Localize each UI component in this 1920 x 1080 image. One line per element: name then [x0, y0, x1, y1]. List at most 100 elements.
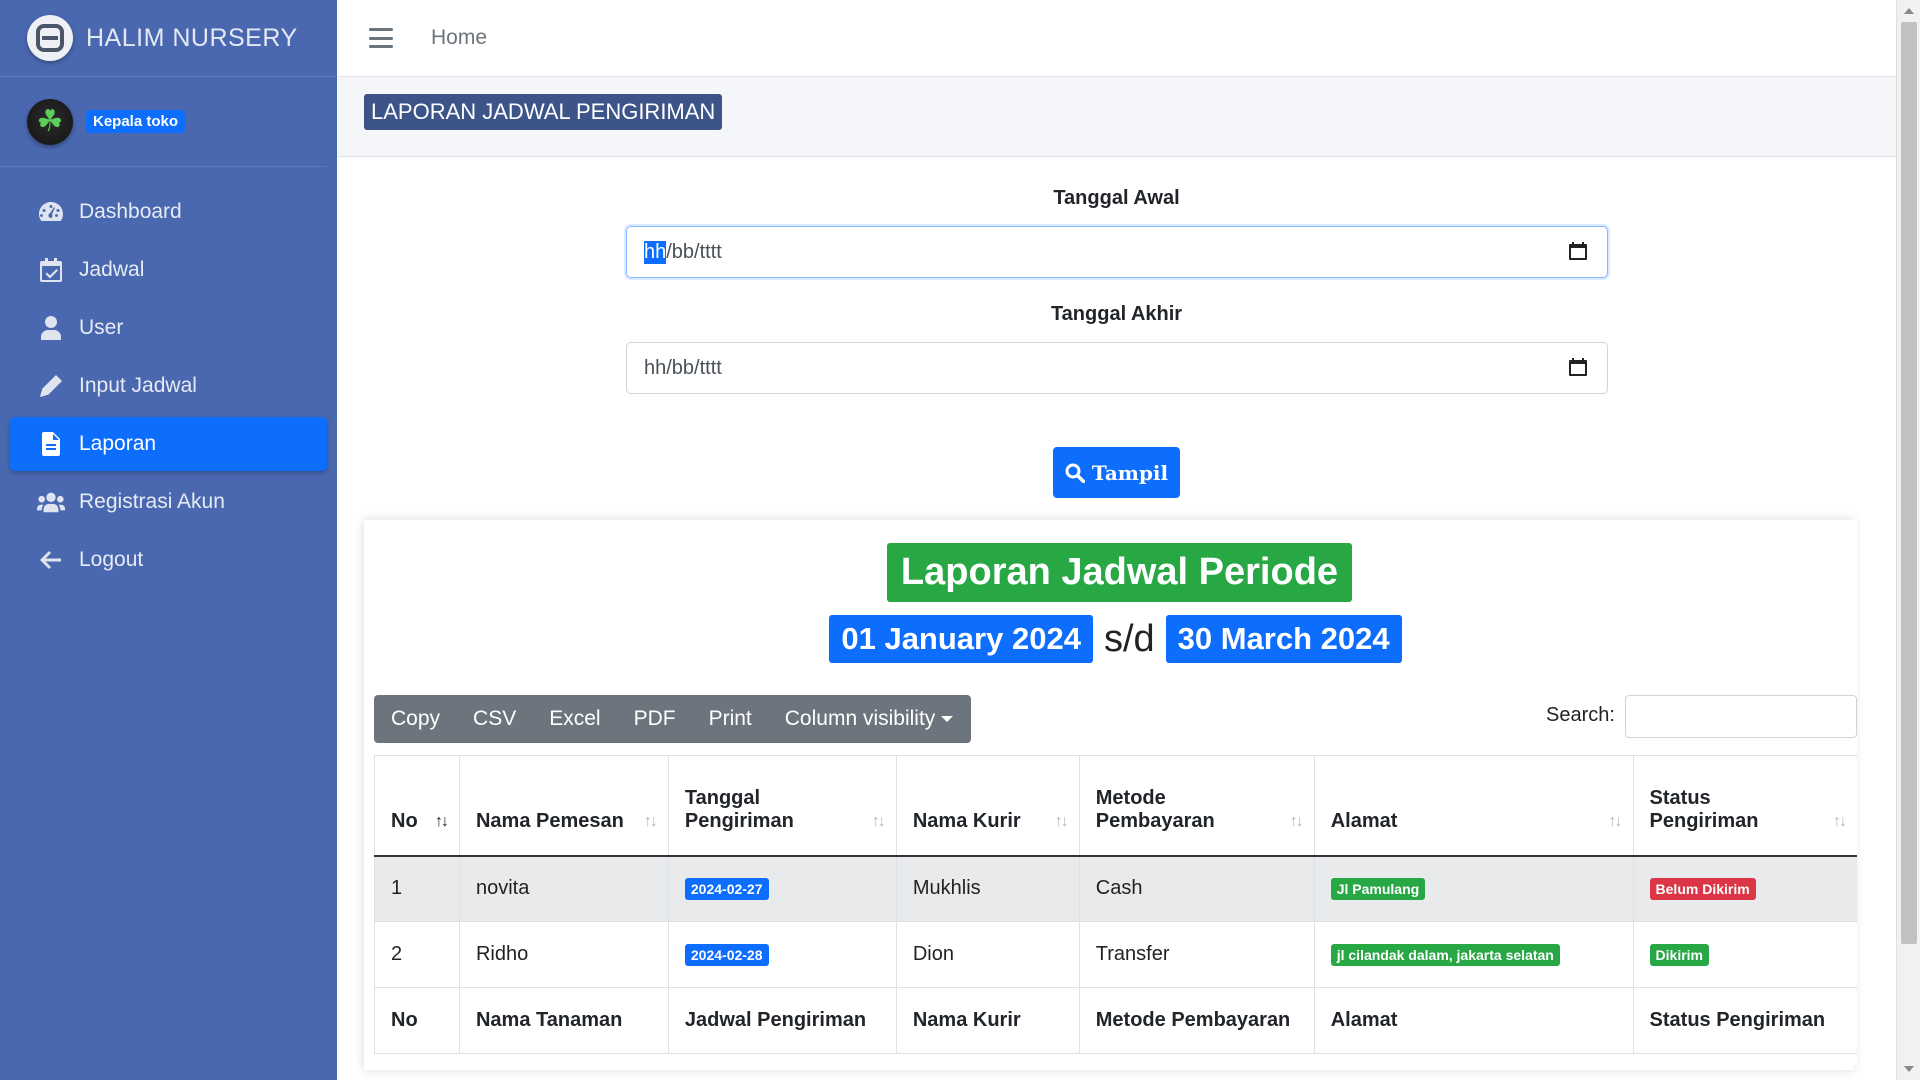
search-icon	[1065, 463, 1085, 483]
brand-logo-icon	[27, 15, 73, 61]
cell-nama-pemesan: Ridho	[458, 921, 669, 988]
footer-jadwal-pengiriman: Jadwal Pengiriman	[667, 987, 897, 1054]
scroll-down-icon[interactable]	[1904, 1066, 1914, 1072]
sidebar-item-logout[interactable]: Logout	[10, 533, 327, 587]
calendar-check-icon	[37, 256, 65, 284]
sidebar-nav: Dashboard Jadwal User Input Jadwal Lapor…	[0, 167, 337, 587]
home-link[interactable]: Home	[431, 26, 487, 50]
footer-nama-tanaman: Nama Tanaman	[458, 987, 669, 1054]
search-label: Search:	[1546, 704, 1615, 726]
cell-status: Dikirim	[1632, 921, 1857, 988]
cell-tanggal: 2024-02-28	[667, 921, 897, 988]
search-input[interactable]	[1625, 695, 1857, 738]
dashboard-icon	[37, 198, 65, 226]
cell-alamat: Jl Pamulang	[1313, 855, 1634, 922]
column-header-metode-pembayaran[interactable]: Metode Pembayaran ↑↓	[1078, 755, 1315, 857]
footer-nama-kurir: Nama Kurir	[895, 987, 1080, 1054]
copy-button[interactable]: Copy	[391, 707, 440, 731]
csv-button[interactable]: CSV	[473, 707, 516, 731]
page-title: LAPORAN JADWAL PENGIRIMAN	[364, 94, 723, 130]
cell-kurir: Dion	[895, 921, 1080, 988]
scroll-up-icon[interactable]	[1904, 8, 1914, 14]
sort-icon: ↑↓	[1054, 812, 1069, 830]
report-table: No ↑↓ Nama Pemesan ↑↓ Tanggal Pengiriman ↑↓…	[374, 755, 1857, 1054]
address-badge: Jl Pamulang	[1330, 878, 1426, 901]
pdf-button[interactable]: PDF	[634, 707, 676, 731]
page-scrollbar[interactable]	[1896, 0, 1920, 1080]
table-row: 2 Ridho 2024-02-28 Dion Transfer jl cila…	[374, 921, 1857, 988]
start-date-input[interactable]: hh/bb/tttt	[626, 226, 1608, 278]
end-date-placeholder: hh/bb/tttt	[644, 356, 722, 379]
start-date-label: Tanggal Awal	[1053, 187, 1180, 209]
brand-name: HALIM NURSERY	[86, 23, 298, 52]
tampil-button[interactable]: Tampil	[1053, 447, 1180, 498]
user-icon	[37, 314, 65, 342]
address-badge: jl cilandak dalam, jakarta selatan	[1330, 944, 1560, 966]
report-period: 01 January 2024 s/d 30 March 2024	[374, 615, 1857, 663]
footer-no: No	[374, 987, 460, 1054]
period-end-badge: 30 March 2024	[1165, 615, 1402, 663]
sidebar-item-laporan[interactable]: Laporan	[10, 417, 327, 471]
brand-link[interactable]: HALIM NURSERY	[0, 0, 337, 77]
sidebar-item-label: Dashboard	[79, 200, 182, 223]
content-header: LAPORAN JADWAL PENGIRIMAN	[337, 77, 1896, 157]
column-visibility-button[interactable]: Column visibility	[785, 707, 954, 731]
file-icon	[37, 430, 65, 458]
users-icon	[37, 488, 65, 516]
cell-no: 2	[374, 921, 460, 988]
cell-metode: Cash	[1078, 855, 1315, 922]
cell-no: 1	[374, 855, 460, 922]
export-buttons-group: Copy CSV Excel PDF Print Column visibili…	[374, 695, 972, 743]
sidebar-item-label: User	[79, 316, 124, 339]
excel-button[interactable]: Excel	[549, 707, 600, 731]
cell-kurir: Mukhlis	[895, 855, 1080, 922]
menu-toggle-icon[interactable]	[369, 28, 393, 48]
cell-alamat: jl cilandak dalam, jakarta selatan	[1313, 921, 1634, 988]
sidebar-item-label: Laporan	[79, 432, 157, 455]
user-panel: ☘ Kepala toko	[0, 77, 327, 167]
status-badge: Belum Dikirim	[1649, 878, 1756, 901]
table-row: 1 novita 2024-02-27 Mukhlis Cash Jl Pamu…	[374, 855, 1857, 922]
sidebar-item-label: Logout	[79, 548, 144, 571]
report-title: Laporan Jadwal Periode	[887, 543, 1352, 602]
column-header-nama-kurir[interactable]: Nama Kurir ↑↓	[895, 755, 1080, 857]
period-separator: s/d	[1103, 617, 1155, 660]
calendar-icon[interactable]	[1569, 242, 1587, 260]
sidebar: HALIM NURSERY ☘ Kepala toko Dashboard Ja…	[0, 0, 337, 1080]
column-header-alamat[interactable]: Alamat ↑↓	[1313, 755, 1634, 857]
column-header-no[interactable]: No ↑↓	[374, 755, 460, 857]
date-badge: 2024-02-28	[684, 944, 769, 966]
period-start-badge: 01 January 2024	[829, 615, 1093, 663]
sidebar-item-input-jadwal[interactable]: Input Jadwal	[10, 359, 327, 413]
table-header-row: No ↑↓ Nama Pemesan ↑↓ Tanggal Pengiriman ↑↓…	[374, 755, 1857, 857]
status-badge: Dikirim	[1649, 944, 1709, 966]
column-header-tanggal-pengiriman[interactable]: Tanggal Pengiriman ↑↓	[667, 755, 897, 857]
calendar-icon[interactable]	[1569, 358, 1587, 376]
column-header-nama-pemesan[interactable]: Nama Pemesan ↑↓	[458, 755, 669, 857]
scrollbar-thumb[interactable]	[1901, 22, 1917, 944]
top-navbar: Home	[337, 0, 1896, 77]
table-footer-row: No Nama Tanaman Jadwal Pengiriman Nama K…	[374, 987, 1857, 1054]
sort-icon: ↑↓	[871, 812, 886, 830]
cell-nama-pemesan: novita	[458, 855, 669, 922]
tampil-button-label: Tampil	[1091, 460, 1169, 485]
caret-down-icon	[941, 716, 954, 723]
end-date-input[interactable]: hh/bb/tttt	[626, 342, 1608, 394]
pencil-icon	[37, 372, 65, 400]
footer-status-pengiriman: Status Pengiriman	[1632, 987, 1857, 1054]
sidebar-item-label: Input Jadwal	[79, 374, 197, 397]
date-badge: 2024-02-27	[684, 878, 769, 901]
column-header-status-pengiriman[interactable]: Status Pengiriman ↑↓	[1632, 755, 1857, 857]
footer-metode-pembayaran: Metode Pembayaran	[1078, 987, 1315, 1054]
user-role-badge[interactable]: Kepala toko	[86, 110, 186, 133]
sidebar-item-dashboard[interactable]: Dashboard	[10, 185, 327, 239]
cell-metode: Transfer	[1078, 921, 1315, 988]
sidebar-item-user[interactable]: User	[10, 301, 327, 355]
sidebar-item-registrasi-akun[interactable]: Registrasi Akun	[10, 475, 327, 529]
report-card: Laporan Jadwal Periode 01 January 2024 s…	[364, 520, 1857, 1070]
avatar[interactable]: ☘	[27, 98, 73, 145]
sidebar-item-jadwal[interactable]: Jadwal	[10, 243, 327, 297]
sort-icon: ↑↓	[1608, 812, 1623, 830]
start-date-day-segment: hh	[644, 240, 667, 264]
print-button[interactable]: Print	[709, 707, 752, 731]
